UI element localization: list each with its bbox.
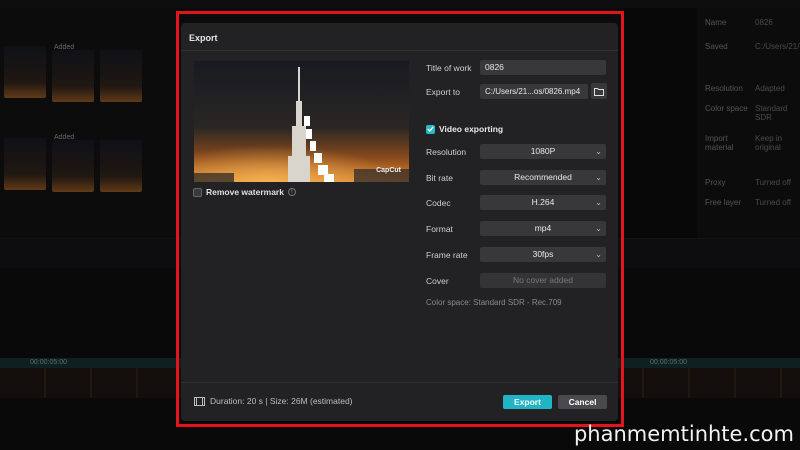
bit-rate-select[interactable]: Recommended ⌄: [480, 170, 606, 185]
video-exporting-toggle[interactable]: Video exporting: [426, 124, 503, 134]
capcut-logo: CapCut: [376, 167, 401, 174]
export-path-input[interactable]: C:/Users/21...os/0826.mp4: [480, 84, 588, 99]
remove-watermark-checkbox[interactable]: [193, 187, 202, 197]
chevron-down-icon: ⌄: [595, 250, 602, 259]
track-timecode: 00:00:05:00: [30, 359, 67, 366]
property-value: Adapted: [755, 84, 785, 93]
property-label: Resolution: [705, 84, 743, 93]
property-value: Standard SDR: [755, 104, 788, 122]
media-thumbnail[interactable]: [100, 50, 142, 102]
frame-rate-label: Frame rate: [426, 250, 468, 260]
media-thumbnail[interactable]: [4, 46, 46, 98]
player-panel: [620, 8, 697, 238]
frame-rate-value: 30fps: [532, 249, 554, 259]
divider: [181, 50, 618, 51]
chevron-down-icon: ⌄: [595, 224, 602, 233]
resolution-label: Resolution: [426, 147, 467, 157]
resolution-select[interactable]: 1080P ⌄: [480, 144, 606, 159]
codec-label: Codec: [426, 198, 451, 208]
screen: Added Added Name 0826 Saved C:/Users/21/…: [0, 0, 800, 450]
property-value: Turned off: [755, 198, 792, 207]
property-label: Import material: [705, 134, 734, 152]
media-added-badge: Added: [54, 134, 75, 141]
dialog-title: Export: [189, 33, 218, 43]
info-icon[interactable]: i: [287, 188, 296, 196]
browse-folder-button[interactable]: [591, 83, 607, 99]
property-label: Saved: [705, 42, 728, 51]
media-thumbnail[interactable]: [100, 140, 142, 192]
codec-value: H.264: [531, 197, 555, 207]
property-value: 0826: [755, 18, 773, 27]
cover-select[interactable]: No cover added: [480, 273, 606, 288]
track-timecode: 00:00:05:00: [650, 359, 687, 366]
bit-rate-value: Recommended: [514, 172, 572, 182]
remove-watermark-label: Remove watermark: [206, 187, 284, 197]
film-icon: [194, 396, 205, 406]
format-value: mp4: [534, 223, 552, 233]
cancel-button[interactable]: Cancel: [558, 395, 607, 409]
color-space-text: Color space: Standard SDR - Rec.709: [426, 298, 562, 307]
export-dialog: Export CapCut Remove watermark i Title o…: [181, 23, 618, 421]
export-summary: Duration: 20 s | Size: 26M (estimated): [194, 396, 353, 406]
cover-label: Cover: [426, 276, 449, 286]
media-thumbnail[interactable]: [52, 140, 94, 192]
export-to-label: Export to: [426, 87, 461, 97]
title-of-work-label: Title of work: [426, 63, 472, 73]
codec-select[interactable]: H.264 ⌄: [480, 195, 606, 210]
video-preview: CapCut: [194, 61, 409, 182]
video-exporting-label: Video exporting: [439, 124, 504, 134]
editor-menu-bar: [0, 0, 800, 8]
property-value: Turned off: [755, 178, 792, 187]
property-label: Color space: [705, 104, 748, 113]
remove-watermark-option[interactable]: Remove watermark i: [193, 186, 296, 198]
title-of-work-input[interactable]: 0826: [480, 60, 606, 75]
cover-value: No cover added: [512, 275, 573, 285]
media-panel: Added Added: [0, 8, 180, 238]
property-label: Free layer: [705, 198, 742, 207]
chevron-down-icon: ⌄: [595, 173, 602, 182]
property-label: Name: [705, 18, 727, 27]
property-label: Proxy: [705, 178, 726, 187]
property-value: C:/Users/21/Videos/CapCut/0826: [755, 42, 800, 51]
media-added-badge: Added: [54, 44, 75, 51]
checkbox-checked-icon[interactable]: [426, 124, 435, 134]
resolution-value: 1080P: [530, 146, 556, 156]
export-button[interactable]: Export: [503, 395, 552, 409]
chevron-down-icon: ⌄: [595, 147, 602, 156]
chevron-down-icon: ⌄: [595, 198, 602, 207]
media-thumbnail[interactable]: [52, 50, 94, 102]
format-label: Format: [426, 224, 453, 234]
media-thumbnail[interactable]: [4, 138, 46, 190]
format-select[interactable]: mp4 ⌄: [480, 221, 606, 236]
property-value: Keep in original: [755, 134, 783, 152]
frame-rate-select[interactable]: 30fps ⌄: [480, 247, 606, 262]
duration-size-text: Duration: 20 s | Size: 26M (estimated): [210, 396, 353, 406]
site-watermark: phanmemtinhte.com: [573, 422, 794, 446]
properties-panel: Name 0826 Saved C:/Users/21/Videos/CapCu…: [697, 8, 800, 238]
folder-icon: [594, 87, 604, 96]
preview-image: [194, 61, 409, 182]
divider: [181, 382, 618, 383]
bit-rate-label: Bit rate: [426, 173, 453, 183]
